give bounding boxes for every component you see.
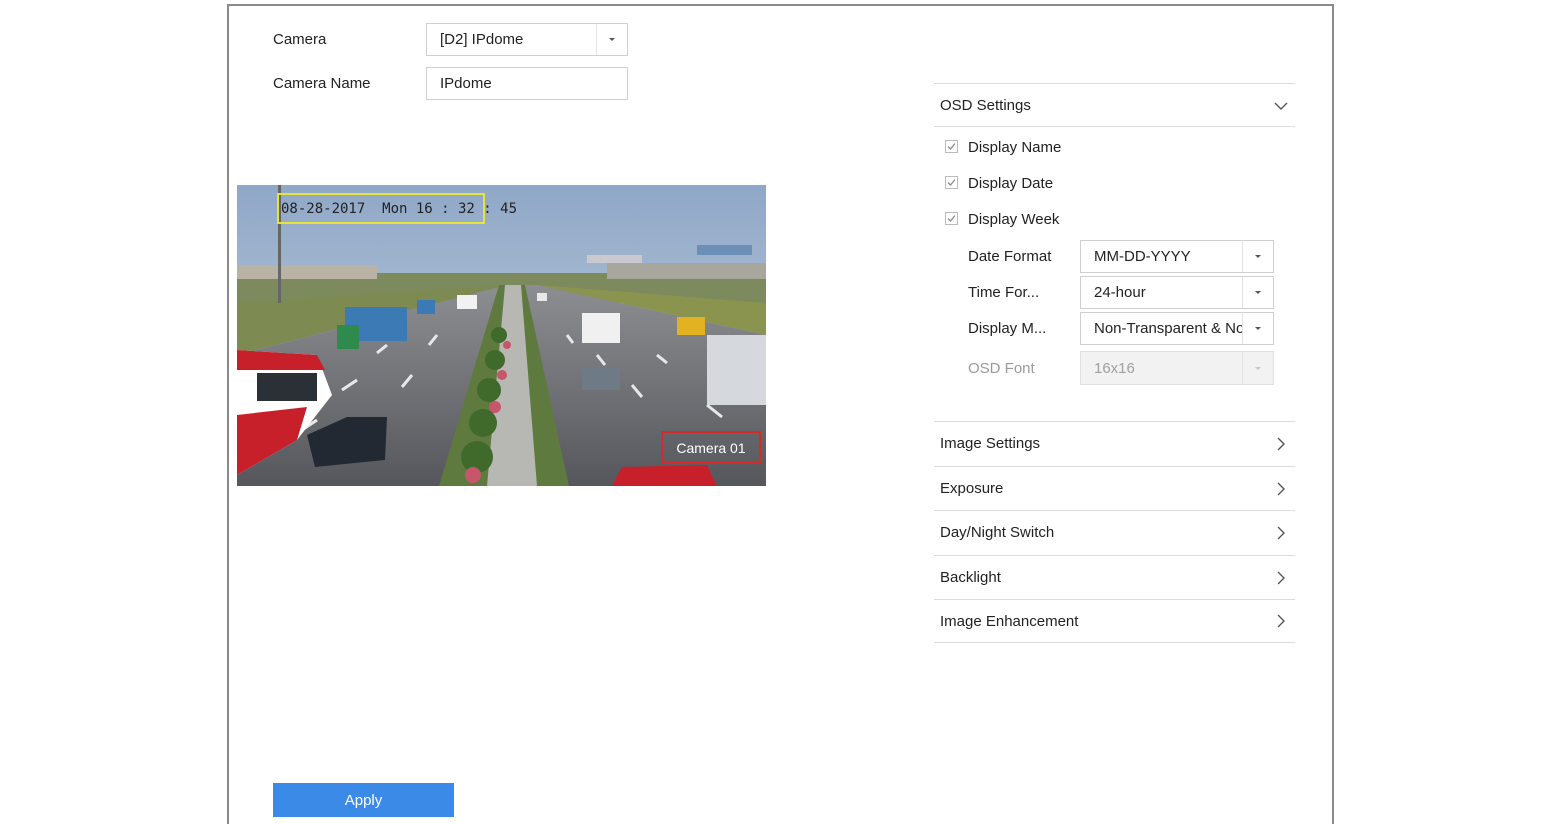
display-week-checkbox[interactable] — [945, 212, 958, 225]
osd-font-value: 16x16 — [1094, 359, 1135, 377]
chevron-right-icon — [1267, 475, 1295, 503]
camera-select[interactable]: [D2] IPdome — [426, 23, 628, 56]
display-mode-select[interactable]: Non-Transparent & No — [1080, 312, 1274, 345]
time-format-value: 24-hour — [1094, 284, 1146, 301]
backlight-section[interactable]: Backlight — [934, 555, 1295, 599]
time-format-select[interactable]: 24-hour — [1080, 276, 1274, 309]
image-settings-title: Image Settings — [940, 435, 1041, 452]
image-enhancement-section[interactable]: Image Enhancement — [934, 599, 1295, 643]
day-night-switch-title: Day/Night Switch — [940, 524, 1055, 541]
chevron-down-icon — [1242, 313, 1273, 344]
chevron-down-icon — [1242, 352, 1273, 384]
chevron-right-icon — [1267, 519, 1295, 547]
date-format-label: Date Format — [968, 248, 1052, 265]
exposure-title: Exposure — [940, 480, 1004, 497]
chevron-right-icon — [1267, 430, 1295, 458]
image-settings-section[interactable]: Image Settings — [934, 421, 1295, 465]
camera-name-input[interactable]: IPdome — [426, 67, 628, 100]
camera-name-label: Camera Name — [273, 75, 371, 92]
date-format-select[interactable]: MM-DD-YYYY — [1080, 240, 1274, 273]
osd-font-label: OSD Font — [968, 360, 1035, 377]
time-format-label: Time For... — [968, 284, 1040, 301]
day-night-switch-section[interactable]: Day/Night Switch — [934, 510, 1295, 554]
display-week-label: Display Week — [968, 211, 1060, 228]
apply-button[interactable]: Apply — [273, 783, 454, 817]
chevron-down-icon — [1267, 92, 1295, 120]
divider — [934, 126, 1295, 127]
backlight-title: Backlight — [940, 569, 1001, 586]
chevron-down-icon — [1242, 241, 1273, 272]
chevron-down-icon — [596, 24, 627, 55]
display-date-label: Display Date — [968, 175, 1054, 192]
camera-label: Camera — [273, 31, 327, 48]
chevron-right-icon — [1267, 607, 1295, 635]
chevron-right-icon — [1267, 564, 1295, 592]
osd-camera-name-overlay[interactable]: Camera 01 — [661, 431, 761, 464]
osd-settings-title: OSD Settings — [940, 97, 1031, 114]
camera-name-value: IPdome — [440, 75, 492, 92]
display-mode-label: Display M... — [968, 320, 1047, 337]
osd-settings-header[interactable]: OSD Settings — [934, 83, 1295, 127]
camera-select-value: [D2] IPdome — [440, 31, 524, 48]
chevron-down-icon — [1242, 277, 1273, 308]
osd-font-select: 16x16 — [1080, 351, 1274, 385]
display-date-checkbox[interactable] — [945, 176, 958, 189]
display-mode-value: Non-Transparent & No — [1094, 320, 1242, 337]
osd-datetime-overlay[interactable]: 08-28-2017 Mon 16 : 32 : 45 — [277, 193, 517, 224]
image-enhancement-title: Image Enhancement — [940, 612, 1079, 630]
display-name-checkbox[interactable] — [945, 140, 958, 153]
date-format-value: MM-DD-YYYY — [1094, 248, 1191, 265]
exposure-section[interactable]: Exposure — [934, 466, 1295, 510]
display-name-label: Display Name — [968, 139, 1062, 156]
